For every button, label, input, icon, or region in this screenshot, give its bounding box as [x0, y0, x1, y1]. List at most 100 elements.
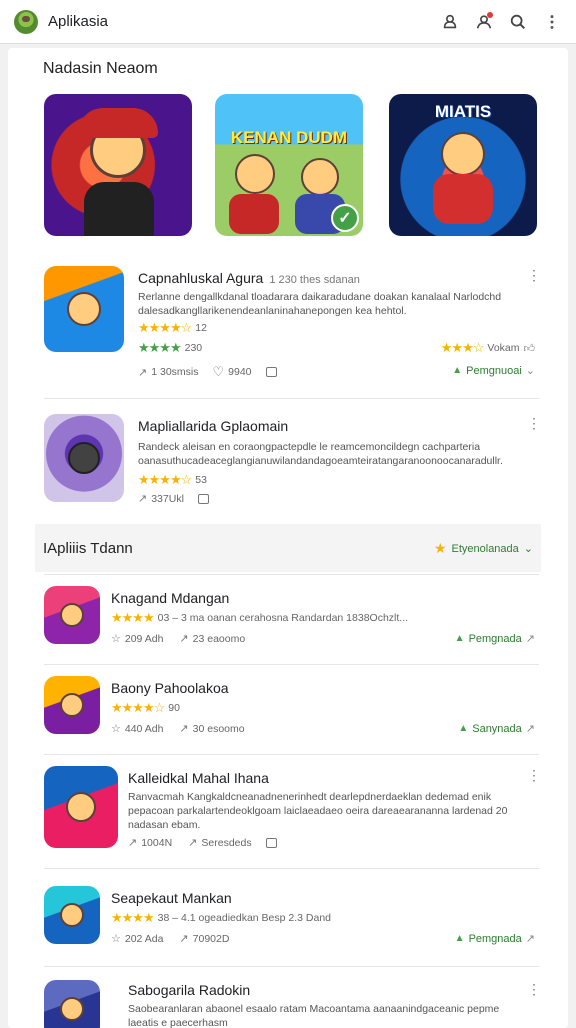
app-icon	[44, 766, 118, 848]
featured-banner-2[interactable]: KENAN DUDM ✓	[215, 94, 363, 236]
app-list-item-3[interactable]: Kalleidkal Mahal Ihana ⋮ Ranvacmah Kangk…	[44, 766, 541, 858]
chevron-down-icon: ⌄	[523, 543, 533, 555]
thumbs-up-icon[interactable]: 👍︎	[524, 342, 536, 355]
chevron-down-icon: ⌄	[525, 365, 535, 377]
search-icon[interactable]	[508, 12, 528, 32]
share-icon[interactable]: ↗	[128, 836, 137, 849]
rating-stars-icon: ★★★★	[138, 340, 182, 355]
app-description: Ranvacmah Kangkaldcneanadnenerinhedt dea…	[128, 791, 508, 831]
app-icon	[44, 266, 124, 352]
download-icon: ▲	[458, 723, 469, 734]
share-icon: ↗	[525, 633, 535, 645]
share-icon[interactable]: ↗	[138, 366, 147, 379]
app-title: Aplikasia	[48, 13, 109, 30]
message-icon[interactable]	[265, 367, 277, 377]
rating-value: 53	[195, 474, 207, 486]
app-card-2[interactable]: Mapliallarida Gplaomain ⋮ Randeck aleisa…	[44, 414, 541, 514]
share-icon[interactable]: ↗	[179, 722, 188, 735]
character-art-icon	[60, 603, 84, 627]
suit-icon	[433, 174, 493, 224]
notifications-icon[interactable]	[474, 11, 494, 32]
download-icon: ▲	[454, 933, 465, 944]
star-outline-icon[interactable]: ☆	[111, 932, 121, 945]
app-list-item-1[interactable]: Knagand Mdangan ★★★★ 03 – 3 ma oanan cera…	[44, 586, 539, 652]
character-art-icon	[235, 154, 275, 194]
app-icon	[44, 414, 124, 502]
more-options-icon[interactable]: ⋮	[527, 768, 541, 782]
share-icon: ↗	[525, 933, 535, 945]
heart-icon[interactable]: ♡	[212, 364, 224, 380]
app-icon	[44, 586, 100, 644]
rating-stars-icon: ★★★★	[111, 610, 155, 625]
character-art-icon	[441, 132, 485, 176]
stat-reviews: 23 eaoomo	[192, 632, 246, 645]
stat-reviews: 30 esoomo	[192, 722, 245, 735]
install-label: Pemgnada	[468, 632, 522, 645]
app-logo-icon	[14, 9, 38, 34]
section-title: IApliiis Tdann	[43, 540, 133, 557]
section-header: IApliiis Tdann ★ Etyenolanada ⌄	[35, 524, 541, 572]
stat-reviews: Seresdeds	[201, 836, 252, 849]
install-label: Pemgnada	[468, 932, 522, 945]
divider	[44, 664, 539, 665]
share-icon[interactable]: ↗	[188, 836, 197, 849]
download-icon: ▲	[454, 633, 465, 644]
divider	[44, 868, 539, 869]
app-name: Seapekaut Mankan	[111, 890, 232, 906]
more-options-icon[interactable]	[542, 12, 562, 32]
more-options-icon[interactable]: ⋮	[527, 982, 541, 996]
share-icon[interactable]: ↗	[179, 932, 188, 945]
app-subtitle: 1 230 thes sdanan	[269, 274, 360, 286]
content-card: Nadasin Neaom KENAN DUDM ✓ MIATIS Capnah…	[8, 48, 568, 1028]
app-list-item-4[interactable]: Seapekaut Mankan ★★★★ 38 – 4.1 ogeadiedka…	[44, 886, 539, 952]
rating-right: Vokam	[487, 342, 520, 354]
divider	[44, 754, 539, 755]
share-icon: ↗	[525, 723, 535, 735]
sort-filter-button[interactable]: ★ Etyenolanada ⌄	[434, 540, 533, 557]
more-options-icon[interactable]: ⋮	[527, 416, 541, 430]
featured-banner-1[interactable]	[44, 94, 192, 236]
character-art-icon	[68, 442, 100, 474]
stat-installs: 1004N	[141, 836, 173, 849]
message-icon[interactable]	[265, 837, 277, 848]
star-outline-icon[interactable]: ☆	[111, 722, 121, 735]
stat-reviews: 70902D	[192, 932, 230, 945]
app-name: Mapliallarida Gplaomain	[138, 418, 289, 434]
top-app-bar: Aplikasia	[0, 0, 576, 44]
message-icon[interactable]	[197, 493, 209, 504]
stat-installs: 337Ukl	[151, 492, 184, 505]
featured-banner-3[interactable]: MIATIS	[389, 94, 537, 236]
app-name: Kalleidkal Mahal Ihana	[128, 770, 269, 786]
rating-stars-icon: ★★★★	[111, 910, 155, 925]
character-art-icon	[60, 997, 84, 1021]
hat-icon	[78, 108, 158, 138]
share-icon[interactable]: ↗	[138, 492, 147, 505]
download-icon: ▲	[452, 365, 463, 376]
stat-likes: 9940	[228, 366, 252, 378]
rating-value: 12	[195, 322, 207, 334]
star-outline-icon[interactable]: ☆	[111, 632, 121, 645]
app-list-item-2[interactable]: Baony Pahoolakoa ★★★★☆ 90 ☆ 440 Adh ↗ 30 eso…	[44, 676, 539, 742]
account-icon[interactable]	[440, 12, 460, 32]
app-icon	[44, 980, 100, 1028]
check-badge-icon: ✓	[331, 204, 359, 232]
more-options-icon[interactable]: ⋮	[527, 268, 541, 282]
install-button[interactable]: ▲ Sanynada ↗	[458, 722, 535, 736]
app-description: Saobearanlaran abaonel esaalo ratam Maco…	[128, 1003, 500, 1028]
app-list-item-5[interactable]: Sabogarila Radokin ⋮ Saobearanlaran abao…	[44, 980, 541, 1028]
star-icon: ★	[433, 540, 447, 556]
rating-stars-icon: ★★★★☆	[111, 700, 165, 715]
featured-banner-3-label: MIATIS	[434, 102, 492, 121]
install-button[interactable]: ▲ Pemgnada ↗	[454, 932, 535, 946]
install-button[interactable]: ▲ Pemgnuoai ⌄	[452, 364, 535, 378]
rating-stars-icon: ★★★☆	[440, 340, 485, 355]
app-card-1[interactable]: Capnahluskal Agura 1 230 thes sdanan ⋮ Re…	[44, 266, 541, 384]
character-art-icon	[60, 903, 84, 927]
install-button[interactable]: ▲ Pemgnada ↗	[454, 632, 535, 646]
app-info-line: 38 – 4.1 ogeadiedkan Besp 2.3 Dand	[157, 912, 332, 924]
notification-dot	[487, 11, 493, 18]
share-icon[interactable]: ↗	[179, 632, 188, 645]
sort-filter-label: Etyenolanada	[451, 542, 519, 555]
divider	[44, 574, 539, 575]
stat-installs: 202 Ada	[124, 932, 164, 945]
